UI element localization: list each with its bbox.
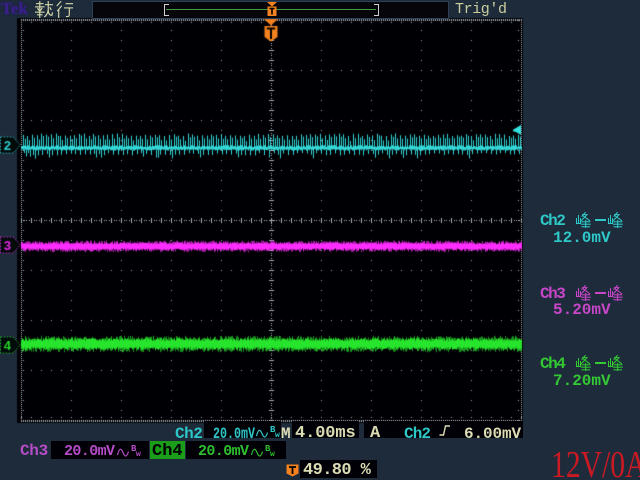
cjk-glyph [576,285,591,301]
measurement-type-cjk [608,355,625,371]
trigger-type-label: A [370,424,380,443]
overlay-annotation: 12V/0A [551,443,640,480]
ch3-readout-label: Ch3 [20,442,48,460]
measurement-type-cjk [576,355,593,371]
cjk-glyph [608,355,623,371]
coupling-icons-group: Bw [256,428,282,440]
trigger-position-value: 49.80 % [303,461,370,480]
ch4-readout-label: Ch4 [152,442,183,461]
cjk-glyph [608,285,623,301]
cjk-glyph [576,212,591,228]
measurement-value: 5.20mV [553,301,611,319]
measurement-type-cjk [608,212,625,228]
rising-edge-icon [439,424,451,437]
bandwidth-limit-icon-sub: w [275,432,280,440]
trigger-source-label: Ch2 [404,425,430,443]
measurement-type-cjk [576,285,593,301]
oscilloscope-screen: Tek Trig'd Ch212.0mVCh35.20mVCh47.20mV C… [0,0,640,480]
record-view-trigger-marker[interactable] [265,2,279,17]
ac-coupling-icon [256,428,268,440]
trigger-status-label: Trig'd [455,1,507,18]
trigger-level-value: 6.00mV [464,425,521,443]
run-status-label [35,1,75,19]
ch4-selected-label[interactable]: Ch4 [150,441,185,459]
ch4-scale-value: 20.0mV [198,443,248,460]
bandwidth-limit-icon-sub: w [136,451,141,459]
measurement-channel: Ch4 [540,355,564,373]
coupling-icons-group: Bw [117,447,143,459]
tek-logo: Tek [1,0,28,19]
measurement-type-dash [595,219,606,221]
cjk-glyph [55,1,73,18]
timebase-value: 4.00ms [295,424,356,443]
cjk-glyph [576,355,591,371]
ch3-coupling-icons: Bw [117,446,143,464]
cjk-glyph [608,212,623,228]
cjk-glyph [35,1,53,18]
coupling-icons-group: Bw [251,447,277,459]
ch4-coupling-icons: Bw [251,446,277,464]
waveform-display [0,0,640,480]
record-view-left-bracket [164,4,169,16]
ac-coupling-icon [117,447,129,459]
record-view-right-bracket [374,4,379,16]
measurement-type-dash [595,292,606,294]
measurement-type-cjk [576,212,593,228]
record-view-bar [92,1,449,19]
ch3-scale-value: 20.0mV [64,443,114,460]
trigger-position-icon [286,464,299,477]
measurement-type-dash [595,362,606,364]
ac-coupling-icon [251,447,263,459]
measurement-type-cjk [608,285,625,301]
trigger-slope-icon-wrap [439,423,451,441]
bandwidth-limit-icon-sub: w [270,451,275,459]
measurement-value: 12.0mV [553,229,611,247]
measurement-channel: Ch2 [540,212,564,230]
measurement-value: 7.20mV [553,372,611,390]
